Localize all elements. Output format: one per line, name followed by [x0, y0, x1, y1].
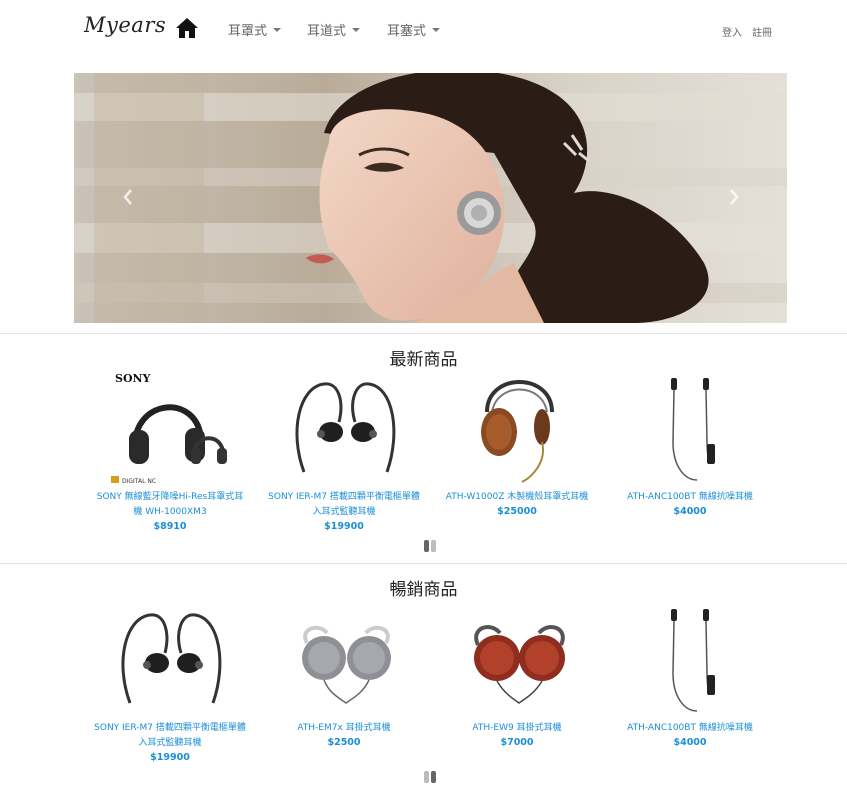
caret-down-icon [352, 27, 361, 32]
product-price: $7000 [500, 737, 534, 748]
section-divider [0, 563, 847, 564]
product-price: $8910 [153, 521, 187, 532]
product-price: $2500 [327, 737, 361, 748]
chevron-left-icon[interactable] [120, 185, 136, 209]
feature-badges: DIGITAL NC [122, 478, 156, 485]
bestseller-section-title: 暢銷商品 [389, 580, 458, 600]
product-name[interactable]: SONY 無線藍牙降噪Hi-Res耳罩式耳機 WH-1000XM3 [90, 490, 250, 520]
product-image[interactable] [90, 603, 250, 717]
carousel-indicators [424, 540, 436, 552]
product-name[interactable]: ATH-EM7x 耳掛式耳機 [264, 721, 424, 736]
product-image[interactable] [437, 603, 597, 717]
login-link[interactable]: 登入 [722, 24, 742, 39]
brand-logo[interactable]: Myears [84, 13, 166, 37]
chevron-right-icon[interactable] [726, 185, 742, 209]
register-link[interactable]: 註冊 [752, 24, 772, 39]
nav-menu-label: 耳罩式 [228, 24, 268, 39]
hero-carousel [74, 73, 787, 323]
sony-logo: SONY [115, 372, 151, 385]
nav-menu-earbud[interactable]: 耳塞式 [387, 20, 441, 39]
product-price: $19900 [150, 752, 190, 763]
nav-menu-over-ear[interactable]: 耳罩式 [228, 20, 282, 39]
navbar: Myears 耳罩式 耳道式 耳塞式 登入 註冊 [0, 0, 847, 60]
product-card[interactable]: ATH-ANC100BT 無線抗噪耳機 $4000 [610, 603, 770, 750]
product-image[interactable] [610, 603, 770, 717]
product-image[interactable]: SONY DIGITAL NC [90, 372, 250, 486]
product-card[interactable]: SONY DIGITAL NC SONY 無線藍牙降噪Hi-Res耳罩式耳機 W… [90, 372, 250, 534]
product-name[interactable]: SONY IER-M7 搭載四顆平衡電樞單體 入耳式監聽耳機 [90, 721, 250, 751]
product-image[interactable] [264, 372, 424, 486]
carousel-dot[interactable] [424, 771, 429, 783]
carousel-dot[interactable] [424, 540, 429, 552]
nav-menu-in-ear[interactable]: 耳道式 [307, 20, 361, 39]
product-price: $19900 [324, 521, 364, 532]
product-card[interactable]: ATH-EW9 耳掛式耳機 $7000 [437, 603, 597, 750]
section-divider [0, 333, 847, 334]
carousel-dot[interactable] [431, 771, 436, 783]
product-price: $4000 [673, 737, 707, 748]
product-price: $25000 [497, 506, 537, 517]
carousel-dot[interactable] [431, 540, 436, 552]
product-name[interactable]: ATH-ANC100BT 無線抗噪耳機 [610, 721, 770, 736]
home-icon[interactable] [175, 17, 199, 39]
product-name[interactable]: SONY IER-M7 搭載四顆平衡電樞單體 入耳式監聽耳機 [264, 490, 424, 520]
product-card[interactable]: SONY IER-M7 搭載四顆平衡電樞單體 入耳式監聽耳機 $19900 [90, 603, 250, 765]
product-name[interactable]: ATH-ANC100BT 無線抗噪耳機 [610, 490, 770, 505]
hero-image [74, 73, 787, 323]
product-price: $4000 [673, 506, 707, 517]
nav-menu-label: 耳道式 [307, 24, 347, 39]
product-card[interactable]: SONY IER-M7 搭載四顆平衡電樞單體 入耳式監聽耳機 $19900 [264, 372, 424, 534]
caret-down-icon [432, 27, 441, 32]
product-image[interactable] [437, 372, 597, 486]
newest-section-title: 最新商品 [389, 350, 458, 370]
product-card[interactable]: ATH-W1000Z 木製機殼耳罩式耳機 $25000 [437, 372, 597, 519]
product-name[interactable]: ATH-EW9 耳掛式耳機 [437, 721, 597, 736]
carousel-indicators [424, 771, 436, 783]
product-card[interactable]: ATH-ANC100BT 無線抗噪耳機 $4000 [610, 372, 770, 519]
product-image[interactable] [610, 372, 770, 486]
product-image[interactable] [264, 603, 424, 717]
product-name[interactable]: ATH-W1000Z 木製機殼耳罩式耳機 [437, 490, 597, 505]
caret-down-icon [273, 27, 282, 32]
nav-menu-label: 耳塞式 [387, 24, 427, 39]
product-card[interactable]: ATH-EM7x 耳掛式耳機 $2500 [264, 603, 424, 750]
